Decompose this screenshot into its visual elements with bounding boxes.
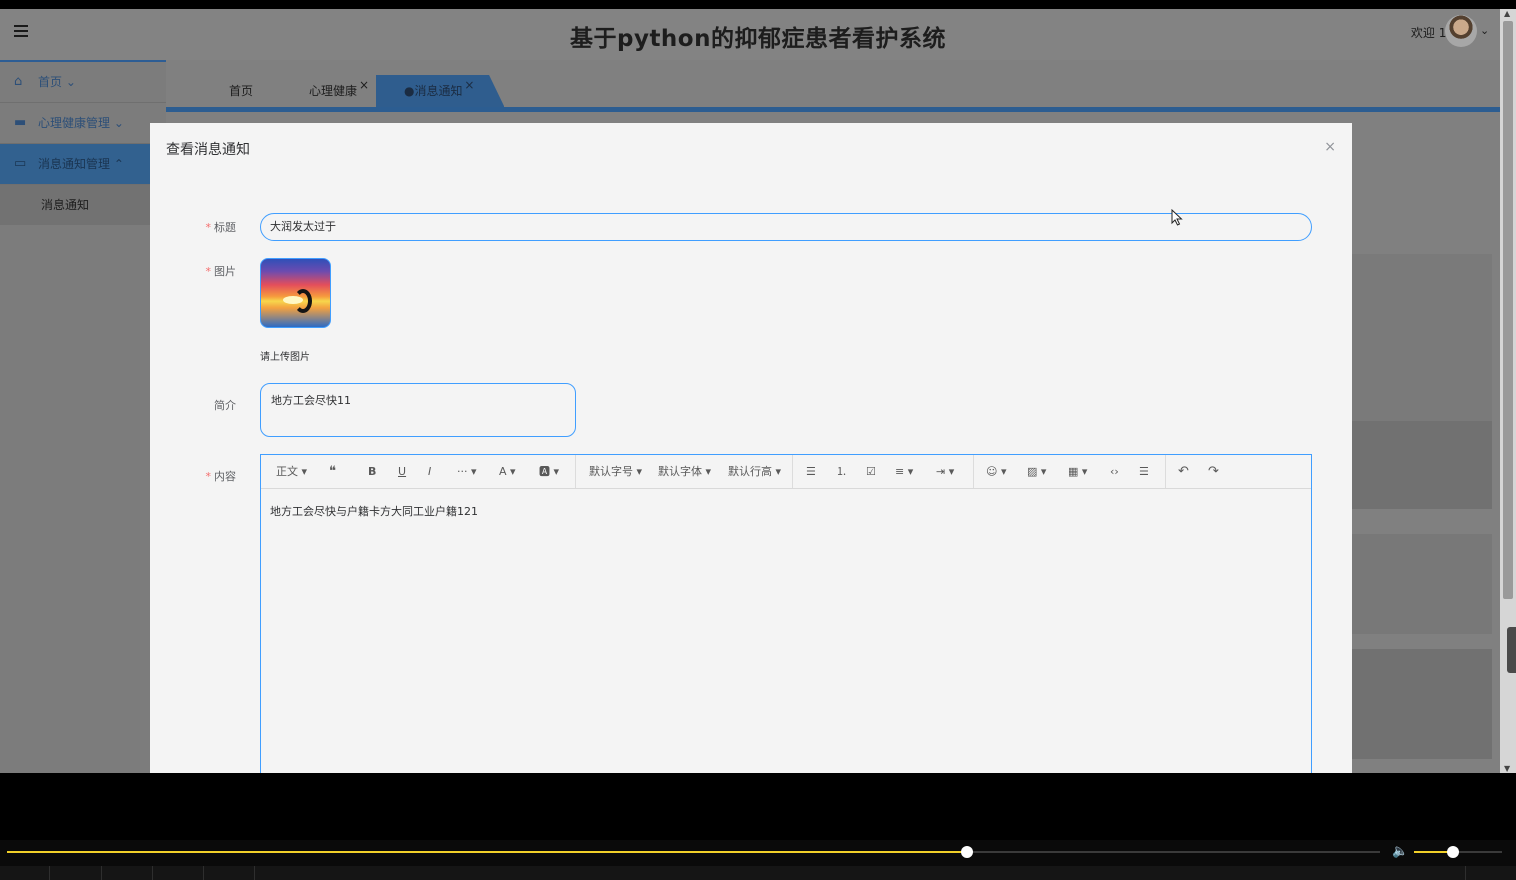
underline-icon[interactable]: U	[398, 455, 406, 488]
scroll-down-icon[interactable]: ▼	[1504, 764, 1510, 773]
app-screen: 基于python的抑郁症患者看护系统 欢迎 11 ⌄ ⌂ 首页 ⌄ ▬ 心理健康…	[0, 9, 1516, 773]
taskbar	[0, 866, 1516, 880]
background-panel	[1352, 421, 1492, 509]
sidebar-item-home[interactable]: ⌂ 首页 ⌄	[0, 62, 166, 103]
tab-label: 首页	[229, 84, 254, 98]
editor-content[interactable]: 地方工会尽快与户籍卡方大同工业户籍121	[261, 489, 1311, 533]
label-text: 简介	[214, 399, 236, 412]
required-mark: *	[205, 265, 212, 278]
title-input[interactable]: 大润发太过于	[260, 213, 1312, 241]
divider-icon[interactable]: ☰	[1139, 455, 1149, 488]
briefcase-icon: ▬	[14, 115, 27, 130]
volume-track[interactable]	[1414, 846, 1502, 858]
bullet-list-icon[interactable]: ☰	[806, 455, 816, 488]
scroll-up-icon[interactable]: ▲	[1504, 9, 1510, 18]
ordered-list-icon[interactable]: ⒈	[836, 455, 847, 488]
side-panel-handle[interactable]	[1507, 627, 1516, 673]
sidebar-item-label: 消息通知管理 ⌃	[38, 157, 124, 171]
image-label: * 图片	[150, 263, 237, 279]
background-color-dropdown[interactable]: 🅰 ▾	[539, 455, 559, 488]
dialog-title: 查看消息通知	[166, 142, 250, 158]
background-panel	[1352, 254, 1492, 434]
rich-text-editor[interactable]: 正文 ▾ ❝ B U I ··· ▾ A ▾ 🅰 ▾ 默认字号 ▾ 默认字体 ▾…	[260, 454, 1312, 773]
taskbar-divider	[1465, 866, 1466, 880]
dolphin-silhouette	[294, 289, 312, 313]
undo-icon[interactable]: ↶	[1178, 455, 1189, 488]
todo-icon[interactable]: ☑	[866, 455, 876, 488]
summary-textarea[interactable]: 地方工会尽快11	[260, 383, 576, 437]
home-icon: ⌂	[14, 74, 23, 89]
toolbar-divider	[792, 455, 793, 488]
sidebar: ⌂ 首页 ⌄ ▬ 心理健康管理 ⌄ ▭ 消息通知管理 ⌃ 消息通知	[0, 60, 166, 773]
italic-icon[interactable]: I	[428, 455, 431, 488]
table-dropdown[interactable]: ▦ ▾	[1068, 455, 1087, 488]
wallet-icon: ▭	[14, 156, 27, 171]
quote-icon[interactable]: ❝	[329, 455, 336, 488]
image-dropdown[interactable]: ▨ ▾	[1027, 455, 1046, 488]
paragraph-dropdown[interactable]: 正文 ▾	[276, 455, 307, 488]
close-icon[interactable]: ×	[359, 69, 369, 101]
taskbar-divider	[254, 866, 255, 880]
sidebar-item-mental-health[interactable]: ▬ 心理健康管理 ⌄	[0, 103, 166, 144]
close-icon[interactable]: ×	[1324, 139, 1336, 155]
editor-toolbar: 正文 ▾ ❝ B U I ··· ▾ A ▾ 🅰 ▾ 默认字号 ▾ 默认字体 ▾…	[261, 455, 1311, 489]
taskbar-divider	[152, 866, 153, 880]
label-text: 标题	[214, 221, 236, 234]
progress-fill	[7, 851, 967, 853]
indent-dropdown[interactable]: ⇥ ▾	[936, 455, 954, 488]
background-panel	[1352, 649, 1492, 759]
upload-hint: 请上传图片	[260, 352, 310, 363]
required-mark: *	[205, 221, 212, 234]
font-size-dropdown[interactable]: 默认字号 ▾	[589, 455, 642, 488]
sidebar-subitem-notification[interactable]: 消息通知	[0, 185, 166, 225]
redo-icon[interactable]: ↷	[1208, 455, 1219, 488]
taskbar-divider	[101, 866, 102, 880]
sidebar-item-notifications[interactable]: ▭ 消息通知管理 ⌃	[0, 144, 166, 185]
background-panel	[1352, 534, 1492, 634]
volume-icon[interactable]: 🔈	[1392, 844, 1408, 859]
label-text: 图片	[214, 265, 236, 278]
content-label: * 内容	[150, 468, 237, 484]
taskbar-divider	[203, 866, 204, 880]
close-icon[interactable]: ×	[464, 75, 474, 101]
title-label: * 标题	[150, 219, 237, 235]
uploaded-image-thumbnail[interactable]	[260, 258, 331, 328]
line-height-dropdown[interactable]: 默认行高 ▾	[728, 455, 781, 488]
avatar[interactable]	[1445, 15, 1477, 47]
tab-label: ●消息通知	[404, 84, 463, 98]
emoji-dropdown[interactable]: ☺ ▾	[986, 455, 1007, 488]
taskbar-divider	[49, 866, 50, 880]
tab-underline	[166, 107, 1500, 112]
progress-knob[interactable]	[960, 846, 973, 858]
system-title: 基于python的抑郁症患者看护系统	[569, 26, 946, 52]
toolbar-divider	[575, 455, 576, 488]
toolbar-divider	[973, 455, 974, 488]
code-icon[interactable]: ‹›	[1110, 455, 1119, 488]
toolbar-divider	[1165, 455, 1166, 488]
more-dropdown[interactable]: ··· ▾	[457, 455, 477, 488]
sidebar-item-label: 首页 ⌄	[38, 75, 76, 89]
tab-home[interactable]: 首页	[229, 75, 253, 107]
summary-label: 简介	[150, 397, 236, 413]
volume-knob[interactable]	[1446, 846, 1459, 858]
tab-bar: 首页 心理健康 × ●消息通知 ×	[166, 60, 1500, 108]
tab-notification[interactable]: ●消息通知 ×	[376, 75, 505, 107]
mouse-cursor-icon	[1171, 209, 1183, 226]
font-color-dropdown[interactable]: A ▾	[499, 455, 516, 488]
chevron-down-icon[interactable]: ⌄	[1480, 24, 1489, 37]
tab-mental-health[interactable]: 心理健康 ×	[309, 75, 369, 107]
align-dropdown[interactable]: ≡ ▾	[895, 455, 913, 488]
required-mark: *	[205, 470, 212, 483]
tab-label: 心理健康	[309, 84, 358, 98]
scroll-thumb[interactable]	[1503, 21, 1513, 599]
font-family-dropdown[interactable]: 默认字体 ▾	[658, 455, 711, 488]
sidebar-item-label: 心理健康管理 ⌄	[38, 116, 124, 130]
label-text: 内容	[214, 470, 236, 483]
bold-icon[interactable]: B	[368, 455, 376, 488]
progress-track[interactable]	[7, 846, 1380, 858]
